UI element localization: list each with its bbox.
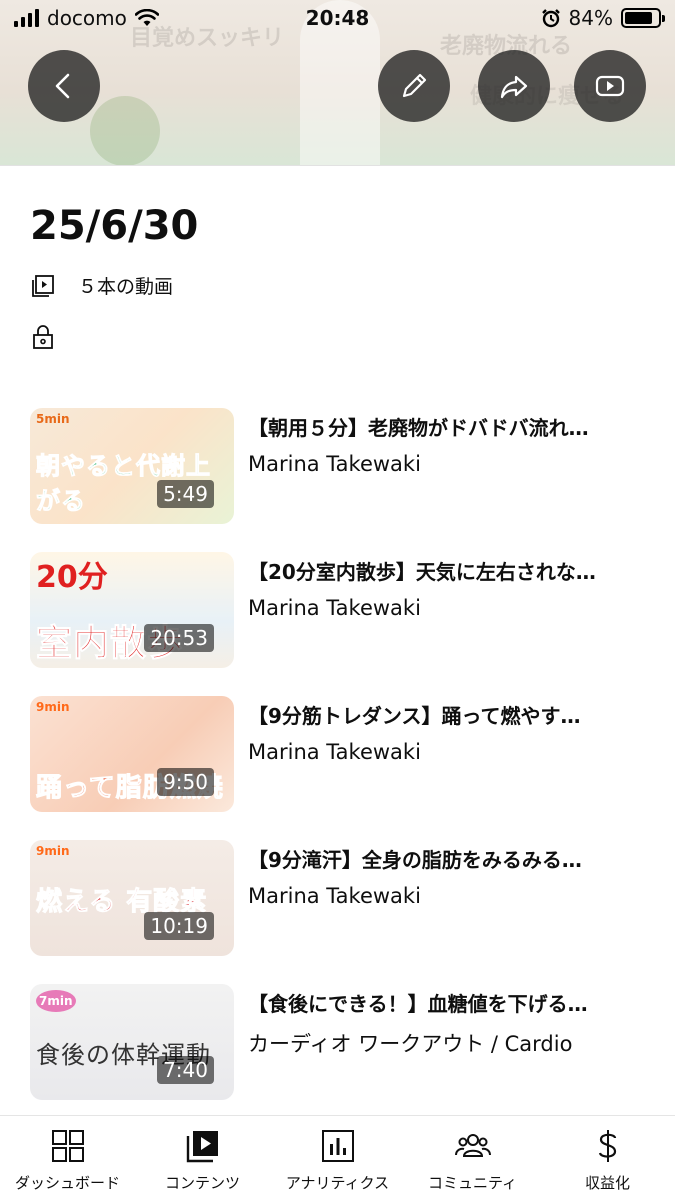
video-title[interactable]: 【朝用５分】老廃物がドバドバ流れ…	[248, 412, 650, 441]
edit-button[interactable]	[378, 50, 450, 122]
video-duration: 20:53	[144, 624, 214, 652]
dollar-icon	[598, 1130, 616, 1162]
dashboard-icon	[51, 1130, 84, 1162]
video-duration: 5:49	[157, 480, 214, 508]
video-channel: Marina Takewaki	[248, 740, 421, 764]
video-count: ５本の動画	[78, 276, 174, 298]
video-duration: 9:50	[157, 768, 214, 796]
youtube-play-icon	[595, 75, 625, 97]
nav-dashboard[interactable]: ダッシュボード	[0, 1116, 135, 1200]
nav-label: ダッシュボード	[14, 1174, 120, 1192]
nav-label: コミュニティ	[427, 1174, 518, 1192]
pencil-icon	[402, 73, 427, 98]
video-item[interactable]: 9min 踊って脂肪燃焼 9:50 【9分筋トレダンス】踊って燃やす… Mari…	[30, 696, 650, 812]
video-channel: Marina Takewaki	[248, 884, 421, 908]
thumbnail-badge: 9min	[36, 844, 70, 858]
battery-icon	[621, 8, 665, 28]
nav-monetization[interactable]: 収益化	[540, 1116, 675, 1200]
video-channel: Marina Takewaki	[248, 596, 421, 620]
video-thumbnail[interactable]: 5min 朝やると代謝上がる 5:49	[30, 408, 234, 524]
nav-content[interactable]: コンテンツ	[135, 1116, 270, 1200]
nav-community[interactable]: コミュニティ	[405, 1116, 540, 1200]
privacy-row	[30, 324, 56, 350]
chevron-left-icon	[55, 73, 70, 99]
playlist-title: 25/6/30	[30, 203, 199, 249]
lock-icon	[33, 325, 53, 349]
video-count-row: ５本の動画	[30, 272, 173, 299]
share-button[interactable]	[478, 50, 550, 122]
community-icon	[454, 1134, 491, 1157]
content-icon	[186, 1131, 218, 1163]
video-thumbnail[interactable]: 9min 踊って脂肪燃焼 9:50	[30, 696, 234, 812]
thumbnail-badge: 7min	[36, 990, 76, 1012]
playlist-icon	[32, 274, 54, 297]
share-icon	[500, 75, 528, 99]
video-thumbnail[interactable]: 20分 室内散歩 20:53	[30, 552, 234, 668]
thumbnail-badge: 5min	[36, 412, 70, 426]
alarm-icon	[541, 9, 560, 28]
battery-percent: 84%	[568, 6, 613, 30]
video-channel: Marina Takewaki	[248, 452, 421, 476]
nav-label: アナリティクス	[285, 1174, 390, 1192]
video-item[interactable]: 9min 燃える 有酸素 10:19 【9分滝汗】全身の脂肪をみるみる… Mar…	[30, 840, 650, 956]
video-title[interactable]: 【9分筋トレダンス】踊って燃やす…	[248, 700, 650, 729]
thumbnail-badge: 20分	[36, 560, 108, 595]
video-channel: カーディオ ワークアウト / Cardio	[248, 1032, 573, 1056]
video-title[interactable]: 【9分滝汗】全身の脂肪をみるみる…	[248, 844, 650, 873]
bottom-navigation: ダッシュボード コンテンツ アナリティクス コミュニティ 収益化	[0, 1115, 675, 1200]
video-title[interactable]: 【食後にできる！】血糖値を下げる…	[248, 988, 650, 1017]
video-duration: 7:40	[157, 1056, 214, 1084]
thumbnail-badge: 9min	[36, 700, 70, 714]
video-title[interactable]: 【20分室内散歩】天気に左右されな…	[248, 556, 650, 585]
video-thumbnail[interactable]: 9min 燃える 有酸素 10:19	[30, 840, 234, 956]
nav-analytics[interactable]: アナリティクス	[270, 1116, 405, 1200]
video-item[interactable]: 7min 食後の体幹運動 7:40 【食後にできる！】血糖値を下げる… カーディ…	[30, 984, 650, 1100]
nav-label: コンテンツ	[164, 1174, 240, 1192]
video-duration: 10:19	[144, 912, 214, 940]
nav-label: 収益化	[584, 1174, 630, 1192]
status-right: 84%	[541, 6, 665, 30]
battery-fill	[625, 12, 652, 24]
video-thumbnail[interactable]: 7min 食後の体幹運動 7:40	[30, 984, 234, 1100]
video-item[interactable]: 5min 朝やると代謝上がる 5:49 【朝用５分】老廃物がドバドバ流れ… Ma…	[30, 408, 650, 524]
banner-plant	[90, 96, 160, 165]
status-bar: docomo 20:48 84%	[0, 0, 675, 36]
video-item[interactable]: 20分 室内散歩 20:53 【20分室内散歩】天気に左右されな… Marina…	[30, 552, 650, 668]
analytics-icon	[321, 1130, 354, 1162]
play-all-button[interactable]	[574, 50, 646, 122]
back-button[interactable]	[28, 50, 100, 122]
